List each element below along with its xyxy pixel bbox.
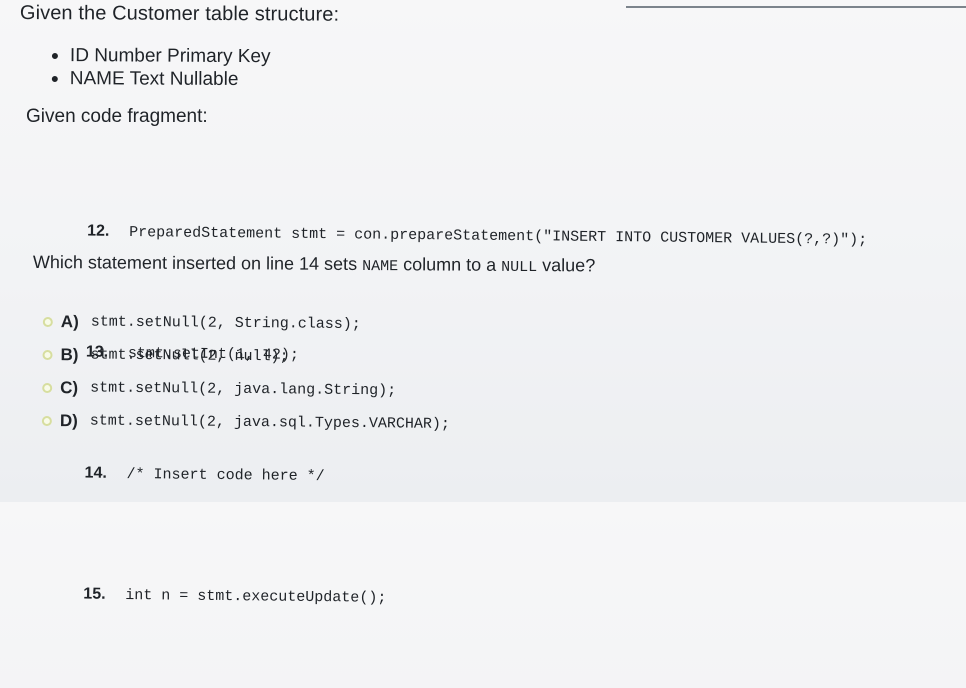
table-structure-item: NAME Text Nullable bbox=[50, 67, 271, 91]
radio-button-icon[interactable] bbox=[42, 349, 53, 360]
option-code: stmt.setNull(2, String.class); bbox=[90, 313, 361, 334]
code-line: 15. int n = stmt.executeUpdate(); bbox=[29, 558, 864, 640]
code-line: 14. /* Insert code here */ bbox=[30, 437, 865, 519]
question-prompt: Which statement inserted on line 14 sets… bbox=[33, 252, 595, 276]
question-prompt-text: Which statement inserted on line 14 sets bbox=[32, 252, 363, 275]
code-line-number: 14. bbox=[84, 464, 107, 482]
answer-option-b[interactable]: B) stmt.setNull(2, null); bbox=[42, 338, 450, 375]
code-line-text: PreparedStatement stmt = con.prepareStat… bbox=[129, 224, 868, 249]
option-letter: A) bbox=[60, 311, 79, 331]
option-letter: C) bbox=[60, 377, 79, 397]
code-line-number: 15. bbox=[83, 585, 106, 603]
radio-button-icon[interactable] bbox=[42, 316, 53, 327]
option-letter: B) bbox=[60, 344, 79, 364]
answer-option-d[interactable]: D) stmt.setNull(2, java.sql.Types.VARCHA… bbox=[41, 404, 450, 441]
question-prompt-text: column to a bbox=[398, 254, 502, 275]
option-letter: D) bbox=[59, 410, 78, 430]
table-structure-item: ID Number Primary Key bbox=[50, 44, 271, 68]
code-fragment-title: Given code fragment: bbox=[26, 106, 208, 127]
code-line-text: int n = stmt.executeUpdate(); bbox=[125, 586, 387, 607]
answer-option-c[interactable]: C) stmt.setNull(2, java.lang.String); bbox=[42, 371, 450, 408]
code-line-number: 12. bbox=[87, 222, 110, 240]
answer-options: A) stmt.setNull(2, String.class); B) stm… bbox=[41, 305, 451, 441]
question-prompt-name-keyword: NAME bbox=[362, 258, 399, 276]
answer-option-a[interactable]: A) stmt.setNull(2, String.class); bbox=[42, 305, 451, 342]
radio-button-icon[interactable] bbox=[42, 382, 53, 393]
table-structure-list: ID Number Primary Key NAME Text Nullable bbox=[50, 44, 271, 91]
option-code: stmt.setNull(2, java.sql.Types.VARCHAR); bbox=[89, 412, 450, 433]
question-page: Given the Customer table structure: ID N… bbox=[0, 0, 966, 607]
code-line-text: /* Insert code here */ bbox=[126, 465, 325, 486]
option-code: stmt.setNull(2, java.lang.String); bbox=[90, 379, 397, 400]
option-code: stmt.setNull(2, null); bbox=[90, 346, 289, 366]
question-prompt-null-keyword: NULL bbox=[501, 258, 538, 277]
question-intro: Given the Customer table structure: bbox=[19, 2, 340, 26]
radio-button-icon[interactable] bbox=[41, 415, 52, 426]
question-prompt-text: value? bbox=[537, 255, 596, 276]
top-right-divider bbox=[626, 6, 966, 8]
